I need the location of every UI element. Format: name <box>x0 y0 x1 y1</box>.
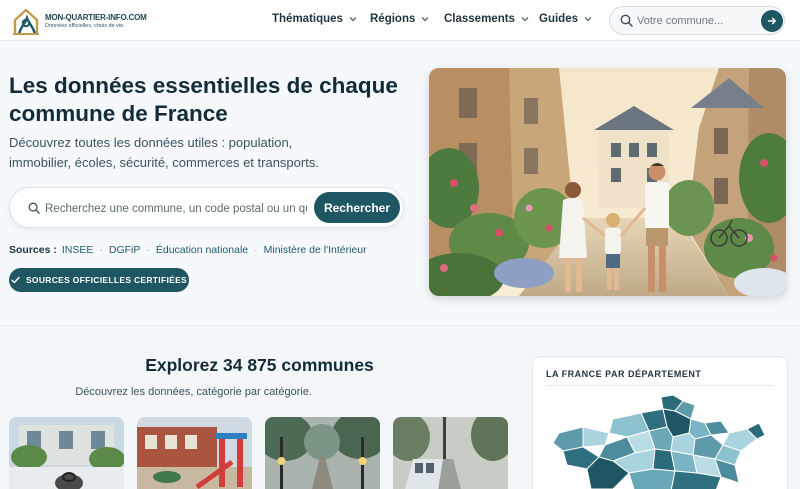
explore-title: Explorez 34 875 communes <box>145 355 374 375</box>
france-department-map[interactable] <box>543 393 778 489</box>
category-card[interactable] <box>265 417 380 489</box>
category-card[interactable] <box>393 417 508 489</box>
category-card[interactable] <box>9 417 124 489</box>
source-link-insee[interactable]: INSEE <box>62 244 94 256</box>
site-logo[interactable]: MON-QUARTIER-INFO.COM Données officielle… <box>9 4 149 38</box>
card-image-transport <box>393 417 508 489</box>
nav-thematiques[interactable]: Thématiques <box>272 13 357 25</box>
check-icon <box>11 276 20 284</box>
card-image-schools <box>137 417 252 489</box>
chevron-down-icon <box>421 17 429 22</box>
arrow-right-icon <box>767 17 776 25</box>
header-search-input[interactable] <box>637 13 757 29</box>
badge-label: SOURCES OFFICIELLES CERTIFIÉES <box>25 275 188 285</box>
sources-line: Sources : INSEE · DGFiP · Éducation nati… <box>9 244 367 256</box>
logo-icon <box>13 8 39 35</box>
card-image-housing <box>9 417 124 489</box>
chevron-down-icon <box>349 17 357 22</box>
sources-label: Sources : <box>9 244 57 256</box>
category-card[interactable] <box>137 417 252 489</box>
card-image-safety <box>265 417 380 489</box>
chevron-down-icon <box>584 17 592 22</box>
map-department[interactable] <box>582 426 610 448</box>
nav-label: Régions <box>370 13 416 25</box>
site-header: MON-QUARTIER-INFO.COM Données officielle… <box>0 0 800 41</box>
hero-search-input[interactable] <box>45 200 307 217</box>
nav-classements[interactable]: Classements <box>444 13 529 25</box>
hero-section: Les données essentielles de chaque commu… <box>0 41 800 326</box>
separator-dot: · <box>146 244 150 256</box>
nav-label: Thématiques <box>272 13 343 25</box>
hero-search: Rechercher <box>9 187 404 228</box>
nav-regions[interactable]: Régions <box>370 13 429 25</box>
nav-label: Guides <box>539 13 578 25</box>
divider <box>546 385 774 386</box>
nav-guides[interactable]: Guides <box>539 13 592 25</box>
search-button[interactable]: Rechercher <box>314 192 400 223</box>
map-department[interactable] <box>628 468 676 489</box>
hero-image <box>429 68 786 296</box>
department-map-panel: LA FRANCE PAR DÉPARTEMENT <box>532 356 788 489</box>
chevron-down-icon <box>521 17 529 22</box>
explore-subtitle: Découvrez les données, catégorie par cat… <box>75 386 312 398</box>
separator-dot: · <box>99 244 103 256</box>
header-search <box>609 6 785 35</box>
map-panel-title: LA FRANCE PAR DÉPARTEMENT <box>546 369 702 379</box>
nav-label: Classements <box>444 13 515 25</box>
logo-name: MON-QUARTIER-INFO.COM <box>45 13 147 22</box>
village-street-illustration <box>429 68 786 296</box>
separator-dot: · <box>254 244 258 256</box>
source-link-dgfip[interactable]: DGFiP <box>109 244 141 256</box>
hero-title: Les données essentielles de chaque commu… <box>9 73 398 126</box>
header-search-submit-button[interactable] <box>761 10 783 32</box>
search-icon <box>620 14 633 27</box>
hero-subtitle: Découvrez toutes les données utiles : po… <box>9 135 319 170</box>
search-icon <box>28 202 40 214</box>
logo-tagline: Données officielles, choix de vie. <box>45 23 125 29</box>
source-link-interieur[interactable]: Ministère de l'Intérieur <box>264 244 367 256</box>
certified-sources-badge[interactable]: SOURCES OFFICIELLES CERTIFIÉES <box>9 268 189 292</box>
source-link-education[interactable]: Éducation nationale <box>156 244 248 256</box>
